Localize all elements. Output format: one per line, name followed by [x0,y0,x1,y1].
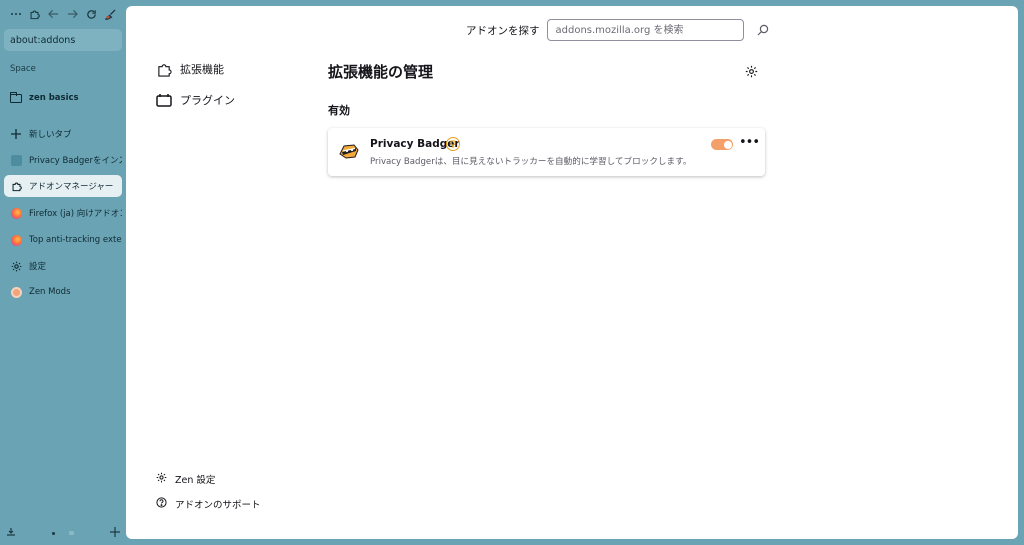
recommended-badge-icon[interactable] [446,137,460,151]
addon-support-link[interactable]: アドオンのサポート [156,497,261,511]
tab-firefox-addons-ja[interactable]: Firefox (ja) 向けアドオン [4,202,122,224]
tab-label: アドオンマネージャー [29,182,114,192]
privacy-badger-favicon [10,154,22,166]
tab-privacy-badger-install[interactable]: Privacy Badgerをインストール [4,149,122,171]
url-text: about:addons [10,34,76,46]
plus-icon [10,128,22,140]
firefox-icon [10,207,22,219]
zen-settings-link[interactable]: Zen 設定 [156,472,215,486]
category-plugins[interactable]: プラグイン [156,92,235,108]
search-icon[interactable] [755,22,771,38]
tab-anti-tracking[interactable]: Top anti-tracking extensions [4,229,122,251]
plugin-icon [156,92,172,108]
folder-zen-basics[interactable]: zen basics [4,87,122,109]
section-title-enabled: 有効 [328,104,350,117]
search-input[interactable] [546,19,744,41]
tab-label: Privacy Badgerをインストール [29,156,122,166]
folder-icon [9,91,22,104]
puzzle-icon [10,180,22,192]
sidebar-bottom-bar [0,521,126,545]
reload-icon[interactable] [82,4,101,24]
tab-label: Firefox (ja) 向けアドオン [29,209,122,219]
add-workspace-icon[interactable] [110,526,120,540]
category-label: プラグイン [180,94,235,107]
new-tab-button[interactable]: 新しいタブ [4,123,122,145]
gear-icon[interactable] [745,63,761,79]
privacy-badger-icon [338,140,360,162]
addon-search: アドオンを探す [466,19,771,41]
url-bar[interactable]: about:addons [4,29,122,51]
tab-label: 設定 [29,262,47,272]
download-icon[interactable] [6,527,16,540]
page-title: 拡張機能の管理 [328,63,434,81]
back-arrow-icon[interactable] [44,4,63,24]
addon-enable-toggle[interactable] [711,139,733,150]
forward-arrow-icon[interactable] [63,4,82,24]
tab-addon-manager[interactable]: アドオンマネージャー [4,175,122,197]
addon-card[interactable]: Privacy Badger Privacy Badgerは、目に見えないトラッ… [328,128,765,176]
help-icon [156,497,167,511]
gear-icon [10,260,22,272]
tab-settings[interactable]: 設定 [4,255,122,277]
sidebar-toolbar [0,0,126,28]
brush-icon[interactable] [101,4,120,24]
category-extensions[interactable]: 拡張機能 [156,61,224,77]
workspace-indicators[interactable] [52,531,74,535]
zen-settings-label: Zen 設定 [175,475,216,486]
folder-label: zen basics [29,93,79,103]
sidebar: about:addons Space zen basics 新しいタブ Priv… [0,0,126,545]
gear-icon [156,472,167,486]
space-label: Space [10,64,36,74]
tab-zen-mods[interactable]: Zen Mods [4,281,122,303]
tab-label: Zen Mods [29,287,71,297]
workspace-dot[interactable] [69,531,74,535]
tab-label: Top anti-tracking extensions [29,235,122,245]
workspace-dot[interactable] [52,531,55,535]
category-label: 拡張機能 [180,63,224,76]
addon-description: Privacy Badgerは、目に見えないトラッカーを自動的に学習してブロック… [370,157,692,167]
support-label: アドオンのサポート [175,500,261,511]
firefox-icon [10,234,22,246]
zen-icon [10,286,22,298]
puzzle-icon [156,61,172,77]
search-label: アドオンを探す [466,24,540,37]
new-tab-label: 新しいタブ [29,130,72,140]
more-dots-icon[interactable] [6,4,25,24]
extensions-puzzle-icon[interactable] [25,4,44,24]
addons-page: アドオンを探す 拡張機能 プラグイン 拡張機能の管理 有効 [126,6,1018,539]
more-options-button[interactable]: ••• [739,136,760,149]
